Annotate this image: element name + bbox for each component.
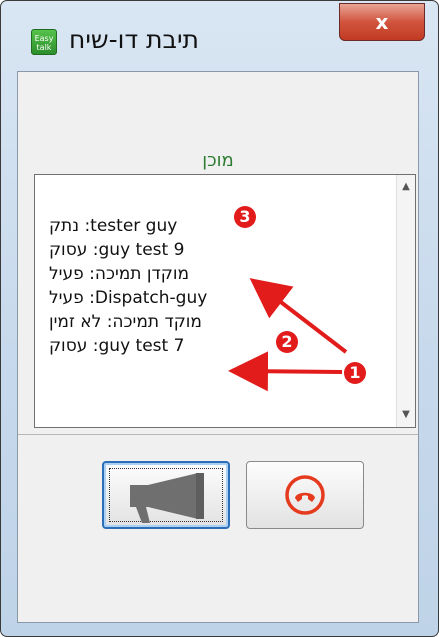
phone-hangup-icon — [285, 475, 325, 515]
close-icon: x — [375, 10, 389, 34]
push-to-talk-button[interactable] — [102, 461, 230, 529]
dialog-body: מוכן tester guy: נתק guy test 9: עסוק מו… — [17, 71, 419, 623]
divider — [18, 434, 418, 435]
list-item[interactable]: מוקד תמיכה: לא זמין — [49, 310, 389, 334]
close-button[interactable]: x — [339, 3, 425, 41]
annotation-marker-2: 2 — [276, 331, 298, 353]
annotation-marker-1: 1 — [344, 362, 366, 384]
list-item[interactable]: guy test 7: עסוק — [49, 334, 389, 358]
list-item[interactable]: Dispatch-guy: פעיל — [49, 286, 389, 310]
list-item[interactable]: guy test 9: עסוק — [49, 238, 389, 262]
list-scrollbar[interactable]: ▲ ▼ — [396, 175, 415, 427]
list-item[interactable]: מוקדן תמיכה: פעיל — [49, 262, 389, 286]
megaphone-icon — [130, 473, 204, 523]
window-title: תיבת דו-שיח — [69, 25, 199, 54]
scroll-up-icon[interactable]: ▲ — [397, 177, 415, 197]
dialog-window: Easy talk תיבת דו-שיח x מוכן tester guy:… — [0, 0, 439, 637]
scroll-down-icon[interactable]: ▼ — [397, 405, 415, 425]
status-label: מוכן — [202, 150, 234, 171]
list-item[interactable]: tester guy: נתק — [49, 214, 389, 238]
app-logo: Easy talk — [31, 29, 57, 55]
hang-up-button[interactable] — [246, 461, 364, 529]
annotation-marker-3: 3 — [234, 206, 256, 228]
title-bar[interactable]: Easy talk תיבת דו-שיח x — [1, 1, 438, 71]
contacts-list[interactable]: tester guy: נתק guy test 9: עסוק מוקדן ת… — [34, 174, 416, 428]
